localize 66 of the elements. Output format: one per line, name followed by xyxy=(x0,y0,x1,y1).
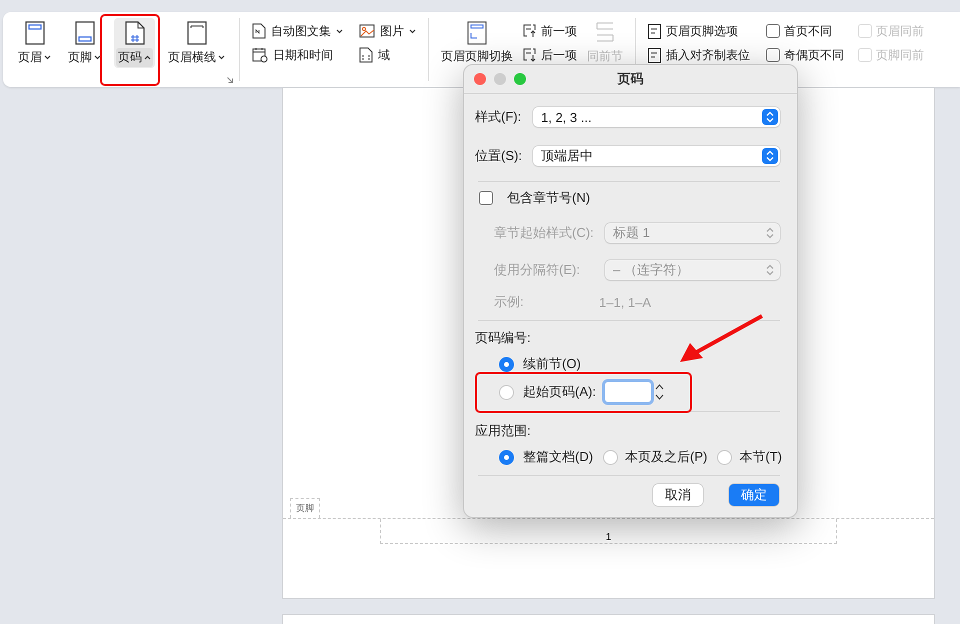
start-number-input[interactable] xyxy=(604,382,651,402)
caret-icon xyxy=(144,55,151,60)
caret-icon xyxy=(44,55,51,60)
stepper-icon xyxy=(762,109,778,125)
radio-label: 续前节(O) xyxy=(523,355,581,373)
document-icon xyxy=(252,23,266,39)
radio-button[interactable] xyxy=(603,450,618,464)
confirm-button[interactable]: 确定 xyxy=(729,484,779,506)
radio-label: 起始页码(A): xyxy=(523,383,596,401)
section-heading: 页码编号: xyxy=(475,329,531,347)
zoom-button[interactable] xyxy=(514,73,526,85)
toolbar-button[interactable]: 页脚 xyxy=(64,18,105,68)
caret-icon xyxy=(94,55,101,60)
radio-label: 本页及之后(P) xyxy=(625,448,708,466)
caret-icon xyxy=(218,55,225,60)
field-label: 样式(F): xyxy=(475,108,522,126)
cancel-button[interactable]: 取消 xyxy=(653,484,703,506)
radio-button[interactable] xyxy=(499,450,514,464)
page-footer-icon xyxy=(74,21,94,45)
toolbar-button[interactable]: 插入对齐制表位 xyxy=(646,46,752,64)
toolbar-button[interactable]: 图片 xyxy=(357,22,418,40)
radio-button[interactable] xyxy=(717,450,732,464)
radio-button[interactable] xyxy=(499,356,514,372)
toolbar-button[interactable]: 前一项 xyxy=(521,22,579,40)
footer-tag: 页脚 xyxy=(290,498,320,518)
page-number: 1 xyxy=(606,532,612,543)
toolbar-button[interactable]: 页码 xyxy=(114,18,155,68)
toolbar-button[interactable]: 页眉 xyxy=(14,18,55,68)
page-number-icon xyxy=(124,21,144,45)
calendar-icon xyxy=(252,47,268,63)
select-field[interactable]: 1, 2, 3 ... xyxy=(533,107,780,127)
field-icon xyxy=(359,47,373,63)
caret-icon xyxy=(336,28,343,34)
stepper-icon xyxy=(762,148,778,164)
toolbar-button[interactable]: 页眉页脚切换 xyxy=(439,18,515,68)
field-label: 位置(S): xyxy=(475,147,523,165)
minimize-button[interactable] xyxy=(494,73,506,85)
close-button[interactable] xyxy=(474,73,486,85)
image-icon xyxy=(359,24,375,38)
jump-icon xyxy=(523,24,536,38)
toolbar-button[interactable]: 页眉页脚选项 xyxy=(646,22,752,40)
stepper-icon[interactable] xyxy=(654,383,664,401)
expand-icon[interactable] xyxy=(227,77,233,83)
radio-label: 整篇文档(D) xyxy=(523,448,594,466)
toolbar-button[interactable]: 日期和时间 xyxy=(250,46,345,64)
dialog-title: 页码 xyxy=(618,70,644,88)
caret-icon xyxy=(409,28,416,34)
switch-icon xyxy=(467,21,487,45)
example-text: 1–1, 1–A xyxy=(599,294,652,310)
toolbar-button[interactable]: 自动图文集 xyxy=(250,22,345,40)
page-header-icon xyxy=(24,21,44,45)
checkbox[interactable]: 包含章节号(N) xyxy=(475,189,590,207)
checkbox[interactable]: 首页不同 xyxy=(766,22,844,40)
toolbar-button[interactable]: 域 xyxy=(357,46,418,64)
jump-icon xyxy=(523,48,536,62)
field-label: 章节起始样式(C): xyxy=(494,224,595,242)
section-heading: 应用范围: xyxy=(475,422,531,440)
field-label: 示例: xyxy=(494,293,525,311)
field-label: 使用分隔符(E): xyxy=(494,261,581,279)
select-field[interactable]: 顶端居中 xyxy=(533,146,780,166)
radio-button[interactable] xyxy=(499,384,514,400)
highlight-frame xyxy=(100,14,160,86)
radio-label: 本节(T) xyxy=(739,448,782,466)
toolbar-button[interactable]: 后一项 xyxy=(521,46,579,64)
toolbar-button[interactable]: 页眉横线 xyxy=(164,18,229,68)
checkbox[interactable]: 奇偶页不同 xyxy=(766,46,844,64)
